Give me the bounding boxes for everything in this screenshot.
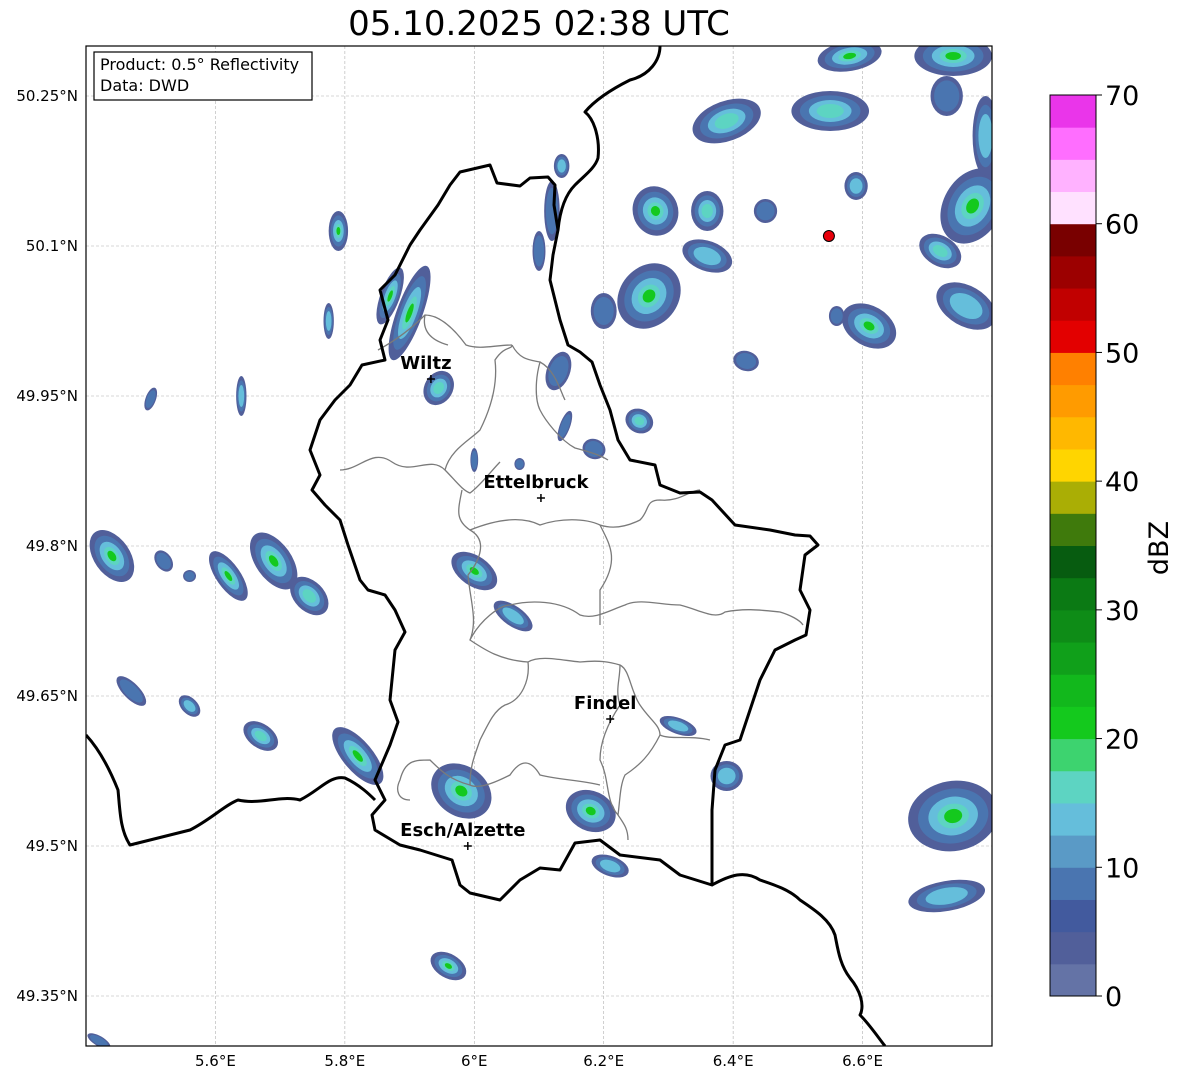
colorbar-segment bbox=[1050, 191, 1096, 225]
colorbar-segment bbox=[1050, 320, 1096, 353]
x-tick-label: 5.6°E bbox=[195, 1052, 236, 1070]
colorbar-segment bbox=[1050, 738, 1096, 772]
precip-band bbox=[978, 114, 992, 158]
x-tick-label: 6°E bbox=[461, 1052, 488, 1070]
precip-band bbox=[515, 459, 524, 469]
colorbar-segment bbox=[1050, 706, 1096, 740]
colorbar-segment bbox=[1050, 802, 1096, 836]
precip-band bbox=[533, 235, 545, 267]
radar-site-marker bbox=[822, 230, 835, 242]
colorbar-segment bbox=[1050, 835, 1096, 868]
colorbar-tick-label: 60 bbox=[1105, 210, 1139, 241]
colorbar-segment bbox=[1050, 255, 1096, 289]
precip-band bbox=[830, 308, 843, 324]
colorbar-segment bbox=[1050, 384, 1096, 418]
precip-cell bbox=[470, 448, 479, 472]
colorbar-tick-label: 50 bbox=[1105, 338, 1139, 369]
precip-cell bbox=[532, 231, 546, 271]
y-tick-label: 49.65°N bbox=[16, 687, 78, 705]
precip-cell bbox=[972, 96, 992, 176]
y-tick-label: 49.8°N bbox=[26, 537, 78, 555]
precip-cell bbox=[914, 46, 992, 76]
precip-cell bbox=[590, 293, 617, 329]
colorbar-segment bbox=[1050, 513, 1096, 546]
city-label: Wiltz bbox=[400, 353, 451, 374]
colorbar-segment bbox=[1050, 481, 1096, 514]
precip-cell bbox=[328, 211, 349, 251]
precip-band bbox=[717, 767, 736, 785]
colorbar-tick-label: 30 bbox=[1105, 596, 1139, 627]
colorbar-segment bbox=[1050, 127, 1096, 160]
city-label: Findel bbox=[574, 693, 637, 714]
precip-band bbox=[238, 385, 245, 407]
y-tick-labels: 50.25°N 50.1°N 49.95°N 49.8°N 49.65°N 49.5°N 4… bbox=[16, 87, 78, 1005]
x-tick-label: 5.8°E bbox=[324, 1052, 365, 1070]
precip-cell bbox=[753, 199, 778, 223]
precip-cell bbox=[236, 376, 247, 416]
y-tick-label: 50.25°N bbox=[16, 87, 78, 105]
y-tick-label: 50.1°N bbox=[26, 237, 78, 255]
colorbar-segment bbox=[1050, 770, 1096, 804]
colorbar-segment bbox=[1050, 545, 1096, 579]
colorbar-segment bbox=[1050, 95, 1096, 128]
x-tick-label: 6.4°E bbox=[713, 1052, 754, 1070]
radar-map: 5.6°E 5.8°E 6°E 6.2°E 6.4°E 6.6°E 50.25°N 50.1… bbox=[16, 45, 1175, 1070]
colorbar-segment bbox=[1050, 609, 1096, 643]
precip-cell bbox=[828, 306, 845, 326]
colorbar-segment bbox=[1050, 352, 1096, 386]
info-product: Product: 0.5° Reflectivity bbox=[100, 55, 299, 74]
precip-band bbox=[471, 450, 478, 470]
precip-band bbox=[325, 311, 332, 331]
colorbar-segment bbox=[1050, 963, 1096, 997]
precip-band bbox=[593, 296, 614, 326]
precip-cell bbox=[844, 172, 868, 200]
colorbar-tick-label: 40 bbox=[1105, 467, 1139, 498]
colorbar bbox=[1050, 95, 1096, 997]
colorbar-segment bbox=[1050, 642, 1096, 675]
precip-cell bbox=[691, 191, 724, 231]
x-tick-label: 6.6°E bbox=[842, 1052, 883, 1070]
y-tick-label: 49.95°N bbox=[16, 387, 78, 405]
precip-cell bbox=[791, 91, 870, 131]
city-label: Ettelbruck bbox=[483, 472, 589, 493]
colorbar-segment bbox=[1050, 899, 1096, 933]
colorbar-segment bbox=[1050, 288, 1096, 321]
colorbar-segment bbox=[1050, 674, 1096, 707]
colorbar-segment bbox=[1050, 448, 1096, 482]
city-label: Esch/Alzette bbox=[400, 820, 525, 841]
colorbar-segment bbox=[1050, 416, 1096, 450]
colorbar-segment bbox=[1050, 223, 1096, 257]
colorbar-tick-label: 70 bbox=[1105, 81, 1139, 112]
colorbar-segment bbox=[1050, 159, 1096, 193]
precip-cell bbox=[323, 303, 334, 339]
precip-cell bbox=[183, 570, 197, 582]
y-tick-label: 49.35°N bbox=[16, 987, 78, 1005]
precip-band bbox=[184, 571, 195, 581]
precip-band bbox=[849, 178, 863, 194]
info-box: Product: 0.5° Reflectivity Data: DWD bbox=[93, 51, 313, 101]
precip-band bbox=[756, 201, 775, 221]
precip-cell bbox=[930, 76, 963, 116]
colorbar-tick-label: 20 bbox=[1105, 725, 1139, 756]
y-tick-label: 49.5°N bbox=[26, 837, 78, 855]
info-source: Data: DWD bbox=[100, 76, 189, 95]
colorbar-segment bbox=[1050, 931, 1096, 965]
precip-band bbox=[816, 104, 844, 118]
colorbar-segment bbox=[1050, 867, 1096, 900]
colorbar-ticks: 0 10 20 30 40 50 60 70 bbox=[1096, 81, 1139, 1013]
precip-cell bbox=[553, 154, 570, 178]
x-tick-label: 6.2°E bbox=[583, 1052, 624, 1070]
colorbar-tick-label: 10 bbox=[1105, 853, 1139, 884]
precip-cell bbox=[514, 458, 525, 470]
x-tick-labels: 5.6°E 5.8°E 6°E 6.2°E 6.4°E 6.6°E bbox=[195, 1052, 883, 1070]
precip-band bbox=[701, 204, 713, 218]
colorbar-tick-label: 0 bbox=[1105, 982, 1122, 1013]
precip-band bbox=[934, 80, 960, 112]
precip-band bbox=[945, 52, 961, 60]
colorbar-label: dBZ bbox=[1144, 521, 1175, 575]
precip-band bbox=[336, 227, 341, 235]
precip-band bbox=[557, 159, 566, 173]
colorbar-segment bbox=[1050, 577, 1096, 611]
